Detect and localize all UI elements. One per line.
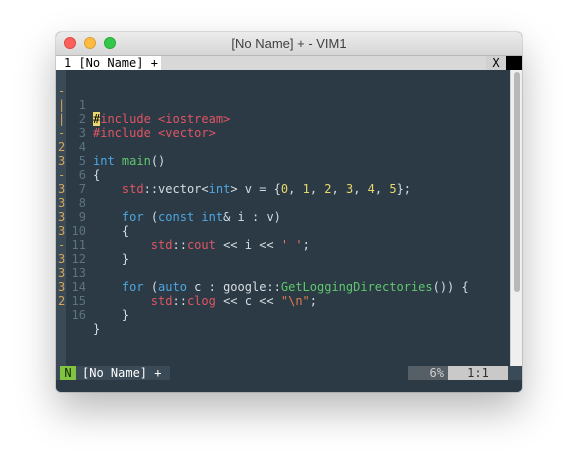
vim-window: [No Name] + - VIM1 1 [No Name] + X - 1 #… (56, 32, 522, 392)
code-line: 3 13 for (auto c : google::GetLoggingDir… (56, 238, 510, 294)
window-title: [No Name] + - VIM1 (231, 36, 347, 51)
tab-no-name[interactable]: 1 [No Name] + (56, 56, 161, 70)
code-line: - 4 int main() (56, 112, 510, 168)
code-line: - 1 #include <iostream> (56, 70, 510, 126)
code-text: } (93, 322, 101, 336)
status-filename: [No Name] + (82, 366, 162, 380)
scope-operator: :: (172, 294, 187, 308)
scrollbar-thumb[interactable] (514, 72, 520, 292)
code-line: 3 6 std::vector<int> v = {0, 1, 2, 3, 4,… (56, 140, 510, 196)
status-line: N [No Name] + 6% 1:1 (56, 366, 522, 380)
code-text: ; (309, 294, 318, 308)
code-line: 3 9 { (56, 182, 510, 238)
tabline: 1 [No Name] + X (56, 56, 522, 70)
code-line: 2 16 } (56, 280, 510, 336)
code-line: 2 5 { (56, 126, 510, 182)
code-text: } (121, 308, 130, 322)
tabline-end (506, 56, 522, 70)
editor-area[interactable]: - 1 #include <iostream> | 2 #include <ve… (56, 70, 510, 366)
identifier: clog (186, 294, 216, 308)
code-line: 3 14 std::clog << c << "\n"; (56, 252, 510, 308)
code-line: - 7 (56, 154, 510, 196)
status-percent: 6% (408, 366, 448, 380)
string-literal: "\n" (280, 294, 310, 308)
status-end (508, 366, 522, 380)
code-line: - 12 (56, 224, 510, 266)
mode-indicator: N (60, 366, 76, 380)
code-text: << c << (215, 294, 281, 308)
title-bar: [No Name] + - VIM1 (56, 32, 522, 56)
code-line: | 3 (56, 98, 510, 140)
sign-marker: 2 (58, 294, 66, 308)
cursor-position: 1:1 (448, 366, 508, 380)
namespace: std (150, 294, 173, 308)
command-line[interactable] (56, 380, 522, 392)
code-line: 3 8 for (const int& i : v) (56, 168, 510, 224)
code-line: 3 10 std::cout << i << ' '; (56, 196, 510, 252)
code-line: 3 11 } (56, 210, 510, 266)
status-fill (170, 366, 408, 380)
code-line: 3 15 } (56, 266, 510, 322)
tab-close-button[interactable]: X (486, 56, 506, 70)
line-number: 16 (71, 308, 86, 322)
vertical-scrollbar[interactable] (510, 70, 522, 366)
code-line: | 2 #include <vector> (56, 84, 510, 140)
